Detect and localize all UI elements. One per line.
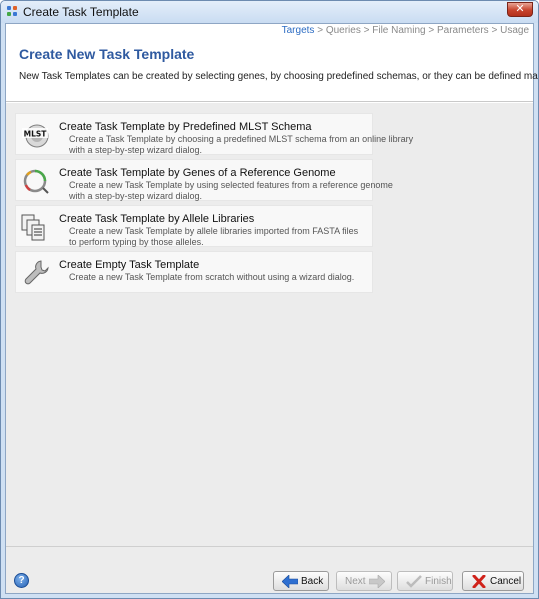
next-button[interactable]: Next <box>336 571 392 591</box>
svg-text:MLST: MLST <box>24 130 48 139</box>
step-queries: Queries <box>325 25 361 36</box>
options-panel: MLST Create Task Template by Predefined … <box>6 103 533 546</box>
page-title: Create New Task Template <box>19 46 195 62</box>
step-parameters: Parameters <box>437 25 489 36</box>
option-description-line: Create a new Task Template by allele lib… <box>69 226 359 236</box>
title-bar[interactable]: Create Task Template ✕ <box>1 1 538 23</box>
option-description-line: with a step-by-step wizard dialog. <box>69 191 203 201</box>
option-description-line: Create a new Task Template by using sele… <box>69 180 393 190</box>
option-description-line: with a step-by-step wizard dialog. <box>69 145 203 155</box>
help-icon[interactable]: ? <box>14 573 29 588</box>
wrench-icon <box>21 258 51 288</box>
cancel-label: Cancel <box>490 576 522 587</box>
step-file-naming: File Naming <box>372 25 426 36</box>
header-panel: Create New Task Template New Task Templa… <box>6 38 538 102</box>
app-icon <box>7 6 19 18</box>
option-title: Create Empty Task Template <box>59 259 200 271</box>
cancel-button[interactable]: Cancel <box>462 571 524 591</box>
option-title: Create Task Template by Predefined MLST … <box>59 121 312 133</box>
dialog-footer: ? Back Next Finish Cancel <box>6 546 533 593</box>
option-description-line: Create a Task Template by choosing a pre… <box>69 134 414 144</box>
option-empty-task-template[interactable]: Create Empty Task Template Create a new … <box>15 251 373 293</box>
mlst-icon: MLST <box>21 120 51 150</box>
next-label: Next <box>345 576 366 587</box>
genome-icon <box>21 166 51 196</box>
step-usage: Usage <box>500 25 529 36</box>
option-description-line: to perform typing by those alleles. <box>69 237 204 247</box>
step-separator: > <box>491 25 498 36</box>
option-reference-genome-genes[interactable]: Create Task Template by Genes of a Refer… <box>15 159 393 201</box>
checkmark-icon <box>406 575 422 588</box>
back-label: Back <box>301 576 324 587</box>
finish-button[interactable]: Finish <box>397 571 453 591</box>
page-description: New Task Templates can be created by sel… <box>19 71 538 82</box>
back-button[interactable]: Back <box>273 571 329 591</box>
finish-label: Finish <box>425 576 452 587</box>
window-title: Create Task Template <box>23 5 139 19</box>
option-description: Create a new Task Template by allele lib… <box>69 226 358 248</box>
allele-library-icon <box>21 212 51 242</box>
next-arrow-icon <box>368 574 386 589</box>
option-description: Create a new Task Template from scratch … <box>69 272 354 283</box>
option-title: Create Task Template by Allele Libraries <box>59 213 255 225</box>
dialog-client-area: Targets > Queries > File Naming > Parame… <box>5 23 538 594</box>
step-separator: > <box>428 25 435 36</box>
step-targets: Targets <box>281 25 315 36</box>
cancel-x-icon <box>471 574 487 589</box>
back-arrow-icon <box>281 574 299 589</box>
option-description: Create a Task Template by choosing a pre… <box>69 134 413 156</box>
option-description: Create a new Task Template by using sele… <box>69 180 393 202</box>
option-title: Create Task Template by Genes of a Refer… <box>59 167 336 179</box>
dialog-window: Create Task Template ✕ Targets > Queries… <box>0 0 539 599</box>
option-description-line: Create a new Task Template from scratch … <box>69 272 355 282</box>
step-separator: > <box>363 25 370 36</box>
option-allele-libraries[interactable]: Create Task Template by Allele Libraries… <box>15 205 373 247</box>
wizard-steps-breadcrumb: Targets > Queries > File Naming > Parame… <box>282 24 533 38</box>
window-close-button[interactable]: ✕ <box>507 2 533 17</box>
option-predefined-mlst-schema[interactable]: MLST Create Task Template by Predefined … <box>15 113 413 155</box>
step-separator: > <box>317 25 324 36</box>
